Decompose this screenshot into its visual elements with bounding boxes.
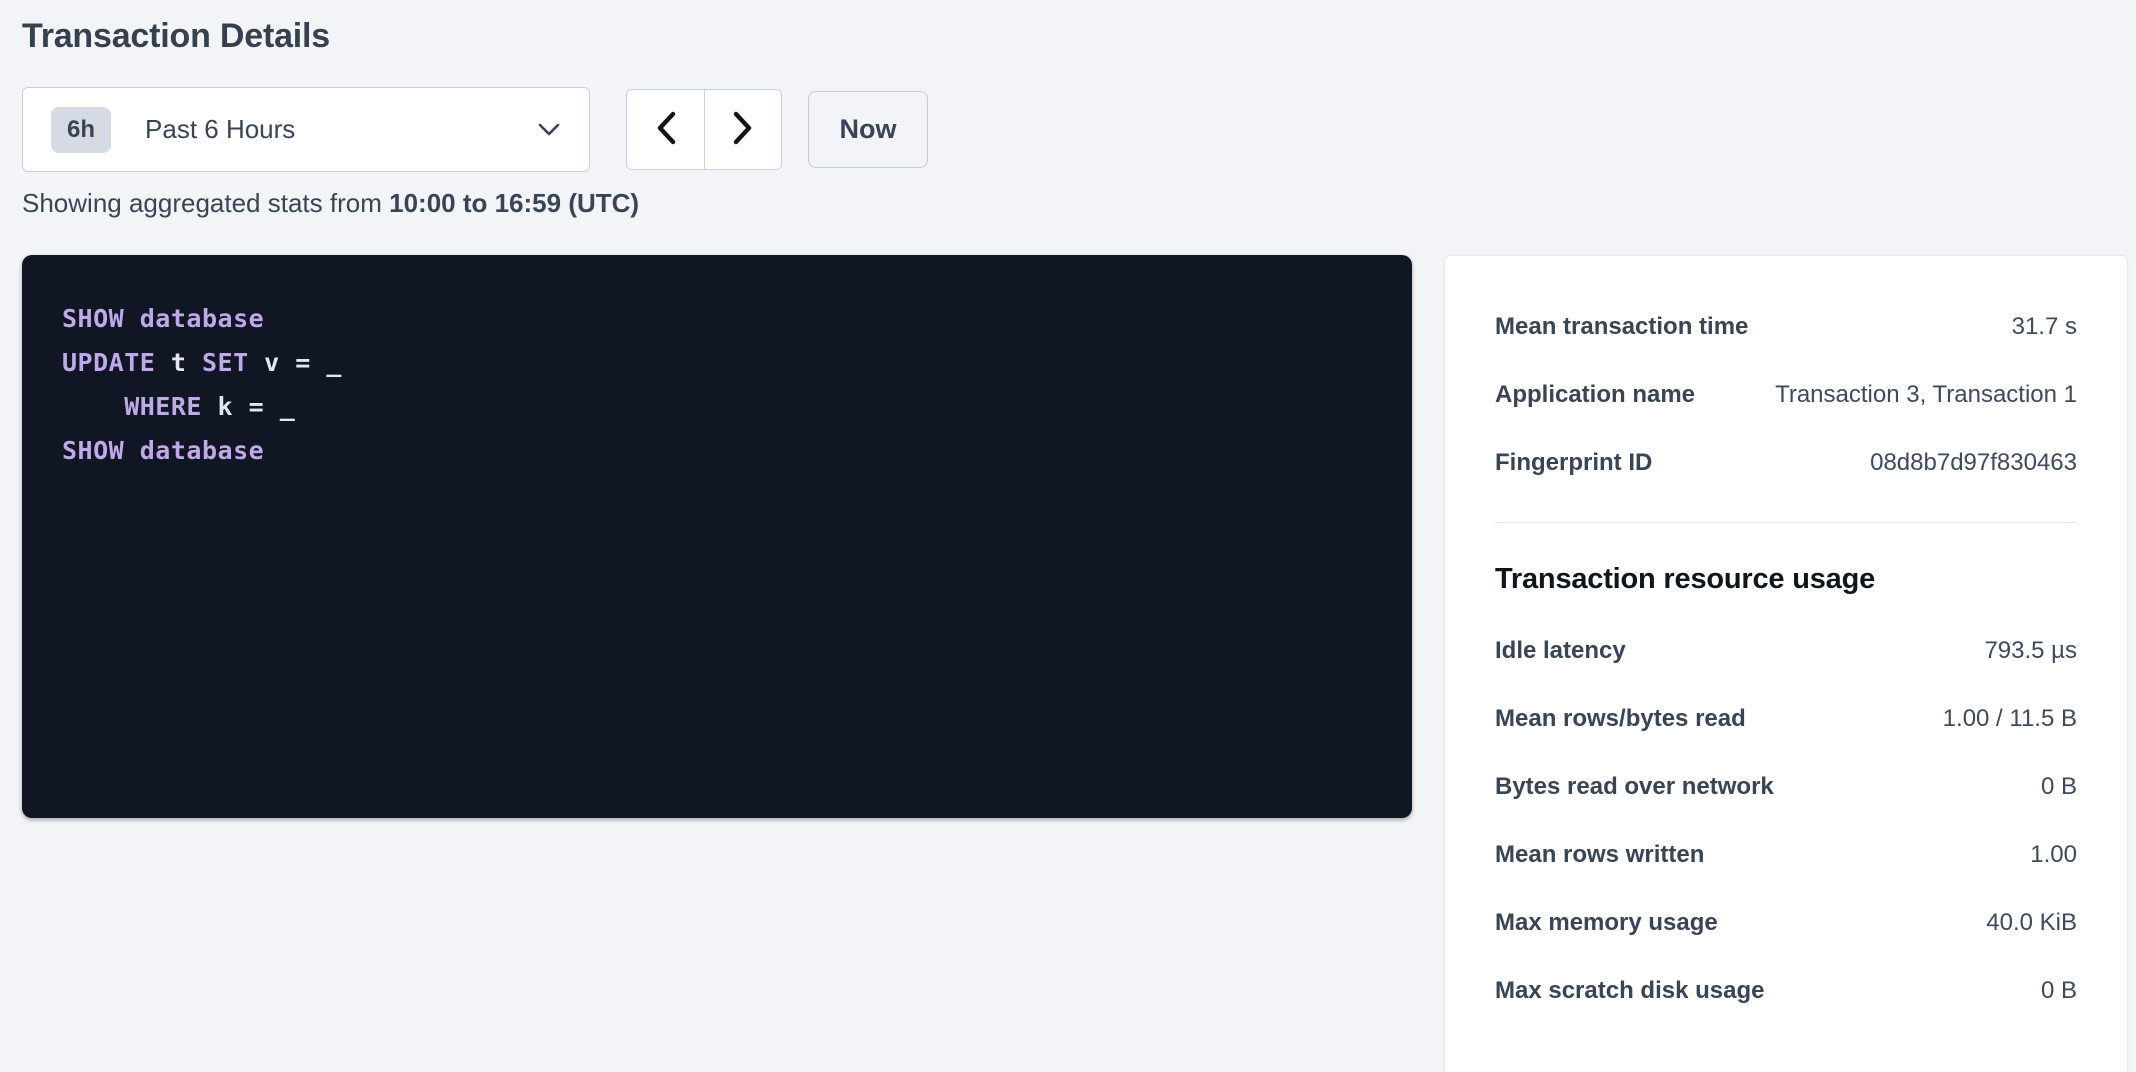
stat-row-max-scratch-disk-usage: Max scratch disk usage 0 B	[1495, 976, 2077, 1006]
time-range-badge: 6h	[51, 107, 111, 153]
stat-row-idle-latency: Idle latency 793.5 µs	[1495, 636, 2077, 666]
stat-value: 0 B	[2041, 976, 2077, 1006]
next-time-button[interactable]	[704, 90, 781, 169]
resource-usage-section-title: Transaction resource usage	[1495, 563, 2077, 596]
aggregated-stats-caption: Showing aggregated stats from 10:00 to 1…	[22, 187, 2136, 219]
stat-row-bytes-read-over-network: Bytes read over network 0 B	[1495, 772, 2077, 802]
chevron-left-icon	[655, 110, 677, 149]
caption-prefix: Showing aggregated stats from	[22, 188, 389, 218]
caption-time-range: 10:00 to 16:59 (UTC)	[389, 188, 639, 218]
previous-time-button[interactable]	[627, 90, 704, 169]
sql-line: UPDATE t SET v = _	[62, 341, 1372, 385]
stat-value: 793.5 µs	[1984, 636, 2077, 666]
stat-label: Max memory usage	[1495, 908, 1718, 938]
stat-row-application-name: Application name Transaction 3, Transact…	[1495, 380, 2077, 410]
sql-token: t	[155, 348, 202, 377]
main-content: SHOW database UPDATE t SET v = _ WHERE k…	[22, 255, 2136, 1072]
time-range-label: Past 6 Hours	[145, 114, 537, 145]
stat-label: Mean rows/bytes read	[1495, 704, 1746, 734]
sql-token: k = _	[202, 392, 295, 421]
stat-row-max-memory-usage: Max memory usage 40.0 KiB	[1495, 908, 2077, 938]
now-button[interactable]: Now	[808, 91, 928, 168]
sql-token: SHOW database	[62, 304, 264, 333]
chevron-down-icon	[537, 122, 561, 137]
stat-label: Idle latency	[1495, 636, 1626, 666]
stat-row-fingerprint-id: Fingerprint ID 08d8b7d97f830463	[1495, 448, 2077, 478]
sql-token: SET	[202, 348, 249, 377]
stat-label: Fingerprint ID	[1495, 448, 1652, 478]
time-nav-group	[626, 89, 782, 170]
sql-token: SHOW database	[62, 436, 264, 465]
stat-label: Max scratch disk usage	[1495, 976, 1764, 1006]
card-divider	[1495, 522, 2077, 523]
stat-row-mean-rows-written: Mean rows written 1.00	[1495, 840, 2077, 870]
stat-value: 40.0 KiB	[1986, 908, 2077, 938]
sql-token: WHERE	[62, 392, 202, 421]
sql-token: UPDATE	[62, 348, 155, 377]
stat-row-mean-transaction-time: Mean transaction time 31.7 s	[1495, 312, 2077, 342]
stat-value: 08d8b7d97f830463	[1870, 448, 2077, 478]
sql-line: SHOW database	[62, 297, 1372, 341]
stat-row-mean-rows-bytes-read: Mean rows/bytes read 1.00 / 11.5 B	[1495, 704, 2077, 734]
transaction-stats-card: Mean transaction time 31.7 s Application…	[1444, 255, 2128, 1072]
sql-line: WHERE k = _	[62, 385, 1372, 429]
stat-label: Bytes read over network	[1495, 772, 1774, 802]
page-title: Transaction Details	[22, 14, 2136, 58]
stat-value: 31.7 s	[2012, 312, 2077, 342]
stat-label: Application name	[1495, 380, 1695, 410]
sql-line: SHOW database	[62, 429, 1372, 473]
stat-value: 1.00	[2030, 840, 2077, 870]
chevron-right-icon	[732, 110, 754, 149]
stat-label: Mean transaction time	[1495, 312, 1748, 342]
stat-value: 1.00 / 11.5 B	[1943, 704, 2077, 734]
stat-label: Mean rows written	[1495, 840, 1704, 870]
sql-token: v = _	[249, 348, 342, 377]
time-range-dropdown[interactable]: 6h Past 6 Hours	[22, 87, 590, 172]
time-controls: 6h Past 6 Hours Now	[22, 87, 2136, 172]
stat-value: 0 B	[2041, 772, 2077, 802]
transaction-details-page: Transaction Details 6h Past 6 Hours Now	[0, 0, 2136, 1072]
sql-statement-box: SHOW database UPDATE t SET v = _ WHERE k…	[22, 255, 1412, 818]
stat-value: Transaction 3, Transaction 1	[1775, 380, 2077, 410]
